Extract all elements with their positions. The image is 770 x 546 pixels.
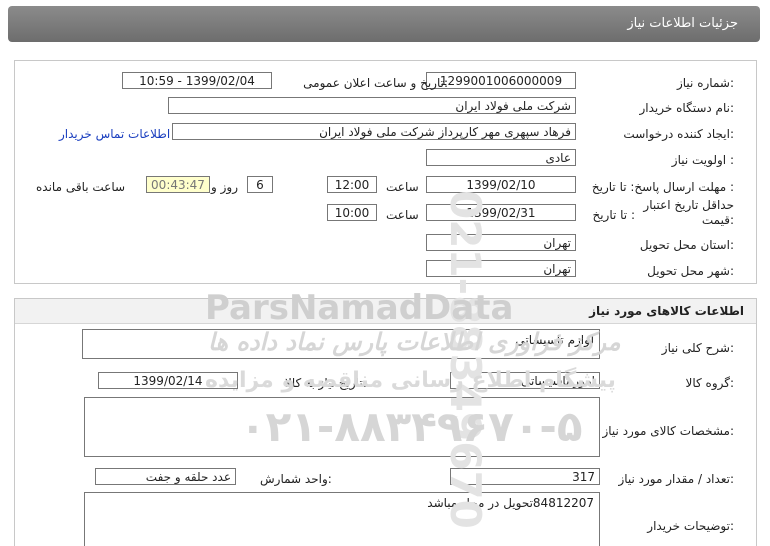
requester-label: ایجاد کننده درخواست: [623,127,734,141]
desc-field: لوازم تاسیساتی [82,329,600,359]
contact-buyer-link[interactable]: اطلاعات تماس خریدار [59,127,170,141]
announce-field: 1399/02/04 - 10:59 [122,72,272,89]
spec-field [84,397,600,457]
validity-time-label: ساعت [386,208,419,222]
buyer-org-label: نام دستگاه خریدار: [639,101,735,115]
city-field: تهران [426,260,576,277]
need-number-field: 1299001006000009 [426,72,576,89]
need-number-label: شماره نیاز: [676,76,734,90]
priority-label: اولویت نیاز : [671,153,734,167]
goods-section-title: اطلاعات کالاهای مورد نیاز [589,304,744,318]
validity-date-field: 1399/02/31 [426,204,576,221]
qty-label: تعداد / مقدار مورد نیاز: [618,472,734,486]
priority-field: عادی [426,149,576,166]
need-date-field: 1399/02/14 [98,372,238,389]
validity-time-field: 10:00 [327,204,377,221]
buyer-org-field: شرکت ملی فولاد ایران [168,97,576,114]
need-date-label: تاریخ نیاز به کالا: [285,376,367,390]
days-field: 6 [247,176,273,193]
desc-label: شرح کلی نیاز: [661,341,734,355]
validity-to-date-label: تا تاریخ : [592,208,635,222]
spec-label: مشخصات کالای مورد نیاز: [602,424,734,438]
goods-section-header: اطلاعات کالاهای مورد نیاز [15,299,756,324]
page-title: جزئیات اطلاعات نیاز [627,16,738,31]
announce-label: تاریخ و ساعت اعلان عمومی: [303,76,448,90]
reply-time-field: 12:00 [327,176,377,193]
reply-deadline-label: مهلت ارسال پاسخ: تا تاریخ : [591,180,734,194]
goods-panel: اطلاعات کالاهای مورد نیاز شرح کلی نیاز: … [14,298,757,546]
qty-field: 317 [450,468,600,485]
remaining-time-field: 00:43:47 [146,176,210,193]
city-label: شهر محل تحویل: [647,264,734,278]
notes-label: توضیحات خریدار: [647,519,734,533]
province-label: استان محل تحویل: [639,238,734,252]
reply-date-field: 1399/02/10 [426,176,576,193]
days-label: روز و [211,180,238,194]
reply-time-label: ساعت [386,180,419,194]
title-bar: جزئیات اطلاعات نیاز [8,6,760,42]
remaining-label: ساعت باقی مانده [36,180,126,194]
validity-label-2: قیمت: [701,213,734,227]
unit-field: عدد حلقه و جفت [95,468,236,485]
notes-field: 84812207تحویل در محل مباشد [84,492,600,546]
group-label: گروه کالا: [685,376,735,390]
validity-label: حداقل تاریخ اعتبار [643,198,734,212]
requester-field: فرهاد سپهری مهر کارپرداز شرکت ملی فولاد … [172,123,576,140]
unit-label: واحد شمارش: [260,472,332,486]
group-field: امور تاسیساتی [450,372,600,389]
need-info-panel: شماره نیاز: 1299001006000009 تاریخ و ساع… [14,60,757,284]
province-field: تهران [426,234,576,251]
